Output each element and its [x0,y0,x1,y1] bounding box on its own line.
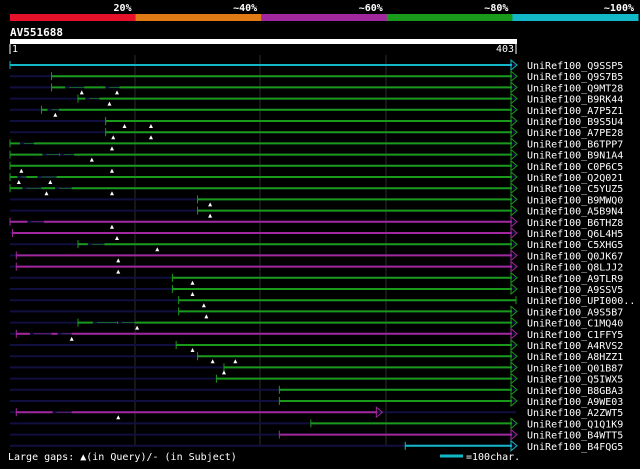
hit-label[interactable]: UniRef100_C1MQ40 [527,319,623,330]
legend-band-3 [261,14,388,21]
hit-label[interactable]: UniRef100_A9TLR9 [527,274,623,285]
hit-label[interactable]: UniRef100_UPI000.. [527,296,635,307]
hit-label[interactable]: UniRef100_Q2Q021 [527,173,623,184]
hit-label[interactable]: UniRef100_A7P5Z1 [527,106,623,117]
hit-label[interactable]: UniRef100_C5XHG5 [527,240,623,251]
legend-band-5 [512,14,639,21]
hit-label[interactable]: UniRef100_B8GBA3 [527,386,623,397]
hit-label[interactable]: UniRef100_B9S5U4 [527,117,623,128]
hit-label[interactable]: UniRef100_C1FFY5 [527,330,623,341]
hit-label[interactable]: UniRef100_B9MWQ0 [527,195,623,206]
hit-label[interactable]: UniRef100_A9WE03 [527,397,623,408]
legend-label-4: ~80% [484,3,508,14]
hit-label[interactable]: UniRef100_B4WTT5 [527,431,623,442]
hit-label[interactable]: UniRef100_A8HZZ1 [527,352,623,363]
alignment-graphic: 20% ~40% ~60% ~80% ~100% AV551688 1 403 UniR… [0,0,640,465]
query-end-label: 403 [496,44,514,55]
hit-label[interactable]: UniRef100_Q5IWX5 [527,375,623,386]
hit-label[interactable]: UniRef100_Q8LJJ2 [527,263,623,274]
legend-band-1 [10,14,137,21]
query-id: AV551688 [10,26,63,39]
hit-label[interactable]: UniRef100_A7PE28 [527,128,623,139]
hit-label[interactable]: UniRef100_C0P6C5 [527,162,623,173]
gap-legend-text: Large gaps: ▲(in Query)/- (in Subject) [8,452,237,463]
identity-legend-bar [10,14,639,21]
legend-label-5: ~100% [604,3,634,14]
hit-label[interactable]: UniRef100_B6TPP7 [527,139,623,150]
legend-band-2 [135,14,262,21]
query-bar [10,39,517,44]
hit-label[interactable]: UniRef100_A9S5B7 [527,307,623,318]
hit-label[interactable]: UniRef100_Q01B87 [527,363,623,374]
hit-label[interactable]: UniRef100_B6THZ8 [527,218,623,229]
hit-label[interactable]: UniRef100_A5B9N4 [527,207,623,218]
legend-band-4 [386,14,513,21]
hit-label[interactable]: UniRef100_A4RVS2 [527,341,623,352]
hit-label[interactable]: UniRef100_Q0JK67 [527,251,623,262]
hit-label[interactable]: UniRef100_B9RK44 [527,95,623,106]
legend-label-3: ~60% [359,3,383,14]
hit-label[interactable]: UniRef100_Q9SSP5 [527,61,623,72]
hit-label[interactable]: UniRef100_A9SSV5 [527,285,623,296]
legend-label-2: ~40% [233,3,257,14]
hit-label[interactable]: UniRef100_B9N1A4 [527,151,623,162]
blast-alignment-view: 20% ~40% ~60% ~80% ~100% AV551688 1 403 UniR… [0,0,640,465]
hit-label[interactable]: UniRef100_C5YUZ5 [527,184,623,195]
scale-text: =100char. [466,452,520,463]
hit-label[interactable]: UniRef100_Q9MT28 [527,83,623,94]
hit-label[interactable]: UniRef100_Q9S7B5 [527,72,623,83]
legend-label-1: 20% [114,3,132,14]
hit-label[interactable]: UniRef100_B4FQG5 [527,442,623,453]
hit-label[interactable]: UniRef100_A2ZWT5 [527,408,623,419]
hit-label[interactable]: UniRef100_Q6L4H5 [527,229,623,240]
hit-label[interactable]: UniRef100_Q1Q1K9 [527,419,623,430]
query-start-label: 1 [12,44,18,55]
